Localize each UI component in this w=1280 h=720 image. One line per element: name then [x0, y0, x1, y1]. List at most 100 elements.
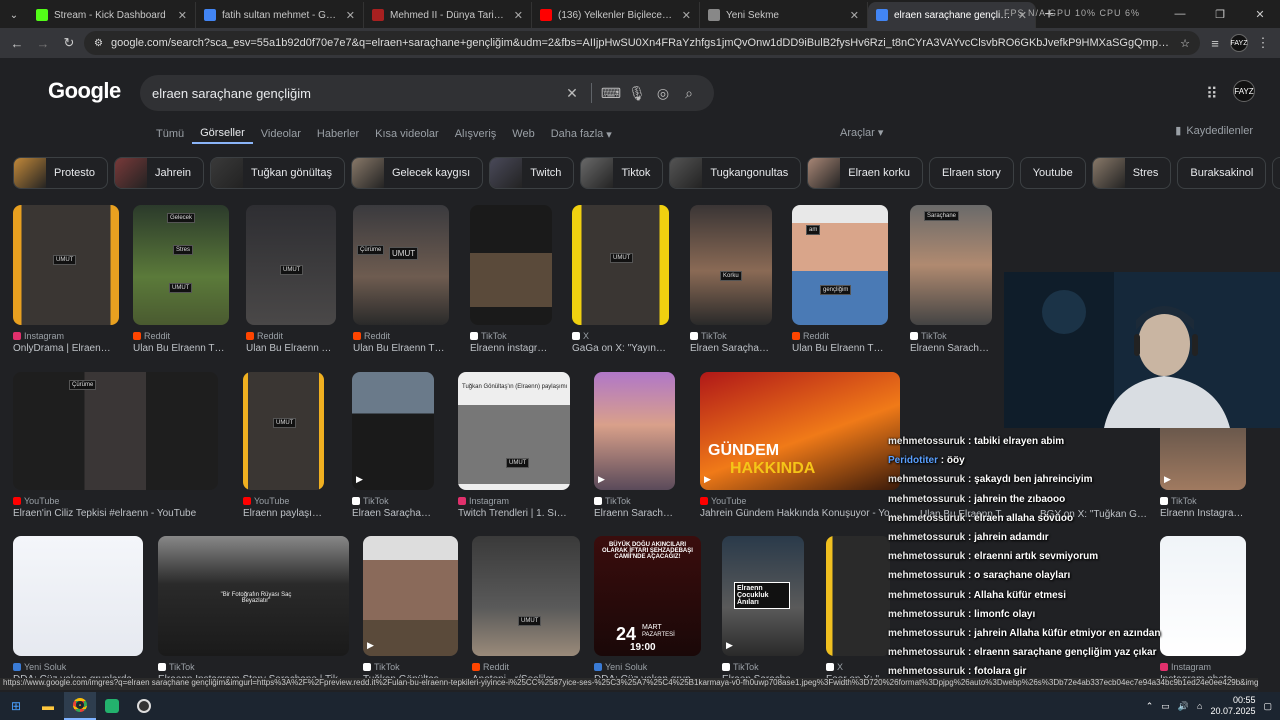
volume-icon[interactable]: 🔊: [1178, 701, 1189, 712]
image-thumbnail[interactable]: Korku: [690, 205, 772, 325]
tab-close-icon[interactable]: ✕: [346, 9, 355, 22]
app-green-icon[interactable]: [96, 692, 128, 720]
image-title[interactable]: Jahrein Gündem Hakkında Konuşuyor - You…: [700, 508, 900, 519]
browser-tab[interactable]: Stream - Kick Dashboard ✕: [28, 2, 196, 28]
close-window-icon[interactable]: ✕: [1240, 0, 1280, 28]
image-thumbnail[interactable]: Elraenn Çocukluk Anıları ▶: [722, 536, 804, 656]
image-result[interactable]: Gelecek Stres UMUT Reddit Ulan Bu Elraenn T…: [133, 205, 229, 357]
file-explorer-icon[interactable]: ▬: [32, 692, 64, 720]
image-thumbnail[interactable]: UMUT: [246, 205, 336, 325]
browser-tab[interactable]: Mehmed II - Dünya Tarihi Ansiklo ✕: [364, 2, 532, 28]
maximize-icon[interactable]: ❐: [1200, 0, 1240, 28]
image-title[interactable]: GaGa on X: "Yayın…: [572, 343, 669, 354]
image-source[interactable]: TikTok: [363, 662, 400, 672]
image-source[interactable]: TikTok: [158, 662, 195, 672]
tab-search-button[interactable]: ⌄: [0, 2, 28, 28]
image-thumbnail[interactable]: Gelecek Stres UMUT: [133, 205, 229, 325]
image-title[interactable]: Ulan Bu Elraenn T…: [246, 343, 336, 354]
tab-close-icon[interactable]: ✕: [178, 9, 187, 22]
image-source[interactable]: X: [826, 662, 843, 672]
tab-close-icon[interactable]: ✕: [514, 9, 523, 22]
image-source[interactable]: X: [572, 331, 589, 341]
search-icon[interactable]: ⌕: [676, 85, 702, 102]
browser-tab[interactable]: (136) Yelkenler Biçilecek (Psytrance ✕: [532, 2, 700, 28]
image-source[interactable]: TikTok: [722, 662, 759, 672]
image-result[interactable]: ▶ TikTok Elraen Saraçhane …: [352, 372, 434, 522]
image-thumbnail[interactable]: BÜYÜK DOĞU AKINCILARI OLARAK İFTARI ŞEHZ…: [594, 536, 701, 656]
related-chip[interactable]: İnstagram story: [1272, 157, 1280, 189]
image-source[interactable]: Reddit: [792, 331, 829, 341]
search-tab[interactable]: Görseller: [192, 124, 253, 144]
image-source[interactable]: Instagram: [13, 331, 64, 341]
image-result[interactable]: Elraenn Çocukluk Anıları▶TikTokElraen Sa…: [722, 536, 804, 678]
image-title[interactable]: Ulan Bu Elraenn T…: [353, 343, 449, 354]
minimize-icon[interactable]: —: [1160, 0, 1200, 28]
image-title[interactable]: Elraen'in Ciliz Tepkisi #elraenn - YouTu…: [13, 508, 218, 519]
address-bar[interactable]: ⚙ google.com/search?sca_esv=55a1b92d0f70…: [84, 31, 1200, 55]
media-controls-icon[interactable]: ≡: [1204, 32, 1226, 54]
image-thumbnail[interactable]: UMUT: [243, 372, 324, 490]
saved-button[interactable]: ▮ Kaydedilenler: [1175, 124, 1253, 138]
start-icon[interactable]: ⊞: [0, 692, 32, 720]
related-chip[interactable]: Jahrein: [113, 157, 205, 189]
related-chip[interactable]: Elraen story: [929, 157, 1014, 189]
tray-chevron-icon[interactable]: ⌃: [1146, 701, 1154, 712]
image-result[interactable]: Çürüme YouTube Elraen'in Ciliz Tepkisi #el…: [13, 372, 218, 522]
search-tab[interactable]: Alışveriş: [447, 124, 505, 144]
search-tab[interactable]: Daha fazla ▾: [543, 124, 620, 144]
bookmark-star-icon[interactable]: ☆: [1180, 37, 1190, 50]
search-tab[interactable]: Tümü: [148, 124, 192, 144]
browser-tab[interactable]: fatih sultan mehmet - Google'da ✕: [196, 2, 364, 28]
related-chip[interactable]: Twitch: [489, 157, 575, 189]
image-result[interactable]: Yeni SolukDDA: Cüz yakan gruplarda…: [13, 536, 143, 678]
image-result[interactable]: UMUT YouTube Elraenn paylaşımı …: [243, 372, 324, 522]
image-title[interactable]: Elraen Saraçhane …: [352, 508, 434, 519]
image-thumbnail[interactable]: UMUT: [13, 205, 119, 325]
url-text[interactable]: google.com/search?sca_esv=55a1b92d0f70e7…: [111, 37, 1172, 49]
image-title[interactable]: Elraenn instagram …: [470, 343, 552, 354]
image-source[interactable]: Yeni Soluk: [13, 662, 66, 672]
search-tab[interactable]: Haberler: [309, 124, 367, 144]
image-result[interactable]: "Bir Fotoğrafın Rüyası Saç Beyazlatır" Ti…: [158, 536, 349, 678]
keyboard-icon[interactable]: ⌨: [598, 85, 624, 102]
search-tab[interactable]: Videolar: [253, 124, 309, 144]
image-result[interactable]: Saraçhane TikTok Elraenn Sarachan…: [910, 205, 992, 357]
reload-icon[interactable]: ↻: [58, 32, 80, 54]
network-icon[interactable]: ▭: [1161, 701, 1170, 712]
image-thumbnail[interactable]: [826, 536, 890, 656]
image-result[interactable]: UMUT X GaGa on X: "Yayın…: [572, 205, 669, 357]
image-source[interactable]: TikTok: [352, 496, 389, 506]
image-title[interactable]: Ulan Bu Elraenn T…: [792, 343, 888, 354]
site-info-icon[interactable]: ⚙: [94, 38, 103, 49]
image-thumbnail[interactable]: UMUT: [572, 205, 669, 325]
image-title[interactable]: Elraen Saraçhane …: [690, 343, 772, 354]
related-chip[interactable]: Tugkangonultas: [669, 157, 802, 189]
image-thumbnail[interactable]: UMUT Çürüme: [353, 205, 449, 325]
image-source[interactable]: Instagram: [458, 496, 509, 506]
image-result[interactable]: ▶TikTokTuğkan Gönültaş…: [363, 536, 458, 678]
image-thumbnail[interactable]: [13, 536, 143, 656]
related-chip[interactable]: Gelecek kaygısı: [350, 157, 484, 189]
image-thumbnail[interactable]: UMUT: [472, 536, 580, 656]
image-title[interactable]: Elraenn Sarachan…: [594, 508, 675, 519]
image-thumbnail[interactable]: [470, 205, 552, 325]
lens-icon[interactable]: ◎: [650, 85, 676, 102]
google-logo[interactable]: Google: [48, 78, 121, 104]
image-title[interactable]: Elraenn paylaşımı …: [243, 508, 324, 519]
image-result[interactable]: Tuğkan Gönültaş'ın (Elraenn) paylaşımı UM…: [458, 372, 570, 522]
image-result[interactable]: UMUT Çürüme Reddit Ulan Bu Elraenn T…: [353, 205, 449, 357]
image-thumbnail[interactable]: ▶: [363, 536, 458, 656]
image-result[interactable]: UMUT Instagram OnlyDrama | Elraen…: [13, 205, 119, 357]
related-chip[interactable]: Stres: [1091, 157, 1172, 189]
image-source[interactable]: TikTok: [910, 331, 947, 341]
image-result[interactable]: Korku TikTok Elraen Saraçhane …: [690, 205, 772, 357]
image-result[interactable]: ▶ TikTok Elraenn Sarachan…: [594, 372, 675, 522]
google-apps-icon[interactable]: ⠿: [1206, 84, 1218, 104]
tools-button[interactable]: Araçlar ▾: [840, 126, 883, 139]
image-source[interactable]: Reddit: [246, 331, 283, 341]
image-thumbnail[interactable]: ▶: [352, 372, 434, 490]
image-thumbnail[interactable]: "Bir Fotoğrafın Rüyası Saç Beyazlatır": [158, 536, 349, 656]
obs-icon[interactable]: [128, 692, 160, 720]
browser-menu-icon[interactable]: ⋮: [1252, 32, 1274, 54]
image-source[interactable]: YouTube: [13, 496, 59, 506]
